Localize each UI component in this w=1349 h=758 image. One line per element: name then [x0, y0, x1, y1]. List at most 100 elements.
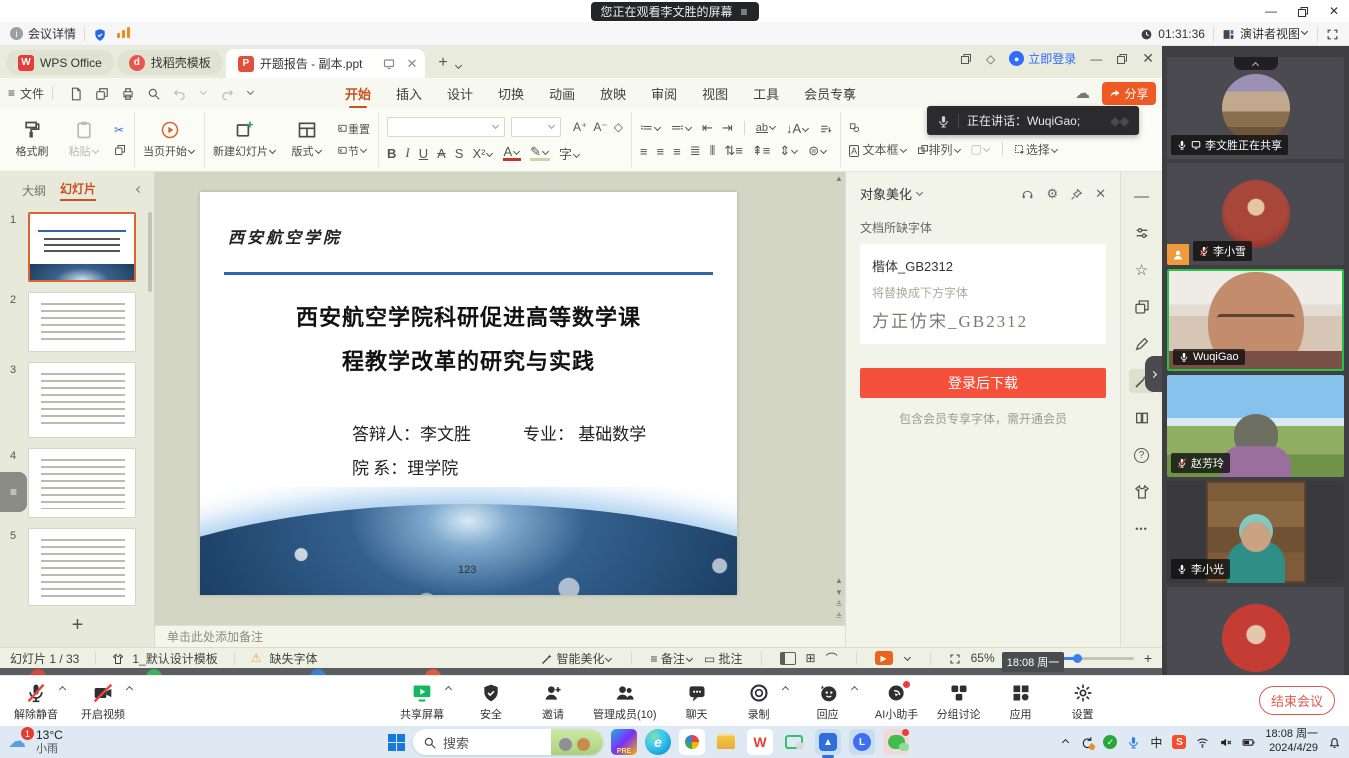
justify-button[interactable]: ≣	[690, 143, 701, 159]
view-mode-chevron-icon[interactable]	[1301, 28, 1308, 35]
format-painter-button[interactable]: 格式刷	[10, 120, 54, 159]
tray-expand-icon[interactable]	[1061, 737, 1070, 747]
thumbnail-scrollbar[interactable]	[148, 212, 152, 292]
hamburger-icon[interactable]: ≡	[8, 86, 15, 100]
app-clock-icon[interactable]: L	[849, 729, 875, 755]
increase-indent-button[interactable]: ⇥	[722, 120, 733, 136]
panel-title[interactable]: 对象美化	[860, 184, 912, 203]
expand-panel-button[interactable]	[1145, 356, 1162, 392]
meeting-details-button[interactable]: 会议详情	[28, 25, 76, 42]
arrange-button[interactable]: 排列	[917, 141, 962, 158]
headset-icon[interactable]	[1021, 186, 1034, 201]
distribute-button[interactable]: ⦀	[710, 143, 716, 159]
document-tab-1[interactable]: W WPS Office	[6, 50, 114, 75]
panel-title-chevron-icon[interactable]	[916, 188, 923, 195]
slides-tab[interactable]: 幻灯片	[60, 180, 96, 201]
collapse-icon[interactable]: —	[1129, 184, 1155, 208]
ribbon-tab-5[interactable]: 放映	[600, 80, 626, 107]
share-screen-menu-chevron-icon[interactable]	[445, 686, 452, 693]
ribbon-tab-3[interactable]: 切换	[498, 80, 524, 107]
proofing-icon[interactable]	[1129, 332, 1155, 356]
section-button[interactable]: 节	[337, 143, 370, 159]
slide-page[interactable]: 西安航空学院 西安航空学院科研促进高等数学课 程教学改革的研究与实践 答辩人：李…	[200, 192, 737, 595]
document-tab-2[interactable]: d 找稻壳模板	[117, 50, 223, 75]
tray-ime-icon[interactable]: 中	[1150, 734, 1162, 751]
increase-font-icon[interactable]: A⁺	[573, 120, 587, 134]
participant-tile-5[interactable]	[1167, 587, 1344, 675]
view-mode-selector[interactable]: 演讲者视图	[1240, 25, 1300, 42]
document-tab-3[interactable]: P 开题报告 - 副本.ppt ✕	[226, 49, 426, 78]
cloud-sync-icon[interactable]: ☁	[1075, 84, 1090, 102]
row-spacing-button[interactable]: ⇕	[779, 143, 799, 159]
shadow-button[interactable]: S	[455, 146, 464, 161]
minimize-button[interactable]: —	[1265, 4, 1277, 18]
font-family-select[interactable]	[387, 117, 505, 137]
camera-off-button[interactable]: 开启视频	[81, 683, 125, 722]
line-spacing-button[interactable]: ⇅≡	[724, 143, 742, 159]
wps-minimize-button[interactable]: —	[1090, 52, 1102, 66]
pin-icon[interactable]	[1070, 186, 1083, 201]
download-after-login-button[interactable]: 登录后下载	[860, 368, 1106, 398]
tray-sogou-icon[interactable]: S	[1172, 735, 1186, 749]
tray-battery-icon[interactable]	[1242, 736, 1255, 749]
app-edge-icon[interactable]: e	[645, 729, 671, 755]
wps-close-button[interactable]: ✕	[1142, 50, 1154, 67]
comments-button[interactable]: ▭ 批注	[704, 650, 743, 667]
reading-view-button[interactable]: ⌒	[826, 650, 838, 667]
ribbon-tab-2[interactable]: 设计	[447, 80, 473, 107]
skin-icon[interactable]	[1129, 480, 1155, 504]
cut-button[interactable]: ✂	[114, 123, 126, 137]
app-premiere-icon[interactable]: PRE	[611, 729, 637, 755]
tab-close-icon[interactable]: ✕	[407, 56, 418, 72]
login-button[interactable]: ●立即登录	[1009, 50, 1076, 67]
copy-style-icon[interactable]	[1129, 295, 1155, 319]
apps-button[interactable]: 应用	[999, 683, 1043, 722]
fullscreen-icon[interactable]	[1326, 26, 1339, 41]
record-menu-chevron-icon[interactable]	[782, 686, 789, 693]
banner-menu-icon[interactable]: ≡	[741, 5, 749, 19]
taskbar-search-box[interactable]: 搜索	[413, 729, 603, 755]
tray-clock[interactable]: 18:08 周一2024/4/29	[1265, 728, 1318, 756]
participant-tile-3[interactable]: 赵芳玲	[1167, 375, 1344, 477]
paragraph-spacing-button[interactable]: ⇞≡	[752, 143, 770, 159]
tray-notification-icon[interactable]	[1328, 736, 1341, 749]
new-slide-button[interactable]: 新建幻灯片	[213, 120, 277, 159]
participant-tile-1[interactable]: 李小雪	[1167, 163, 1344, 265]
ribbon-tab-7[interactable]: 视图	[702, 80, 728, 107]
italic-button[interactable]: I	[405, 145, 409, 161]
shield-check-icon[interactable]	[93, 25, 107, 41]
settings-button[interactable]: 设置	[1061, 683, 1105, 722]
close-button[interactable]: ✕	[1329, 4, 1339, 18]
breakout-button[interactable]: 分组讨论	[937, 683, 981, 722]
notes-bar[interactable]: 单击此处添加备注	[155, 625, 845, 647]
watching-banner[interactable]: 您正在观看李文胜的屏幕 ≡	[590, 2, 758, 21]
redo-icon[interactable]	[220, 85, 234, 101]
ribbon-tab-0[interactable]: 开始	[345, 80, 371, 107]
ribbon-tab-1[interactable]: 插入	[396, 80, 422, 107]
app-360-icon[interactable]	[679, 729, 705, 755]
mic-off-button[interactable]: 解除静音	[14, 683, 58, 722]
slide-thumbnail-3[interactable]	[28, 362, 136, 438]
zoom-in-button[interactable]: +	[1144, 650, 1152, 666]
smart-align-button[interactable]: ⊜	[808, 143, 828, 159]
slide-thumbnail-4[interactable]	[28, 448, 136, 518]
file-menu[interactable]: 文件	[20, 85, 44, 102]
participant-tile-2[interactable]: WuqiGao	[1167, 269, 1344, 371]
missing-font-warning[interactable]: 缺失字体	[269, 650, 317, 667]
shapes-button[interactable]	[849, 122, 860, 134]
panel-close-icon[interactable]: ✕	[1095, 186, 1106, 202]
record-button[interactable]: 录制	[737, 683, 781, 722]
ribbon-tab-4[interactable]: 动画	[549, 80, 575, 107]
ribbon-search-icon[interactable]	[843, 85, 856, 100]
bold-button[interactable]: B	[387, 146, 396, 161]
zoom-level[interactable]: 65%	[971, 651, 995, 665]
start-button[interactable]	[388, 734, 405, 751]
mic-off-menu-chevron-icon[interactable]	[59, 686, 66, 693]
wps-restore-button[interactable]	[1116, 52, 1128, 66]
outline-tab[interactable]: 大纲	[22, 182, 46, 199]
fill-button[interactable]: ▢	[971, 142, 991, 156]
undo-icon[interactable]	[173, 85, 187, 101]
decrease-font-icon[interactable]: A⁻	[593, 120, 607, 134]
play-from-current-button[interactable]: 当页开始	[143, 120, 196, 159]
new-tab-button[interactable]: +	[438, 54, 447, 72]
